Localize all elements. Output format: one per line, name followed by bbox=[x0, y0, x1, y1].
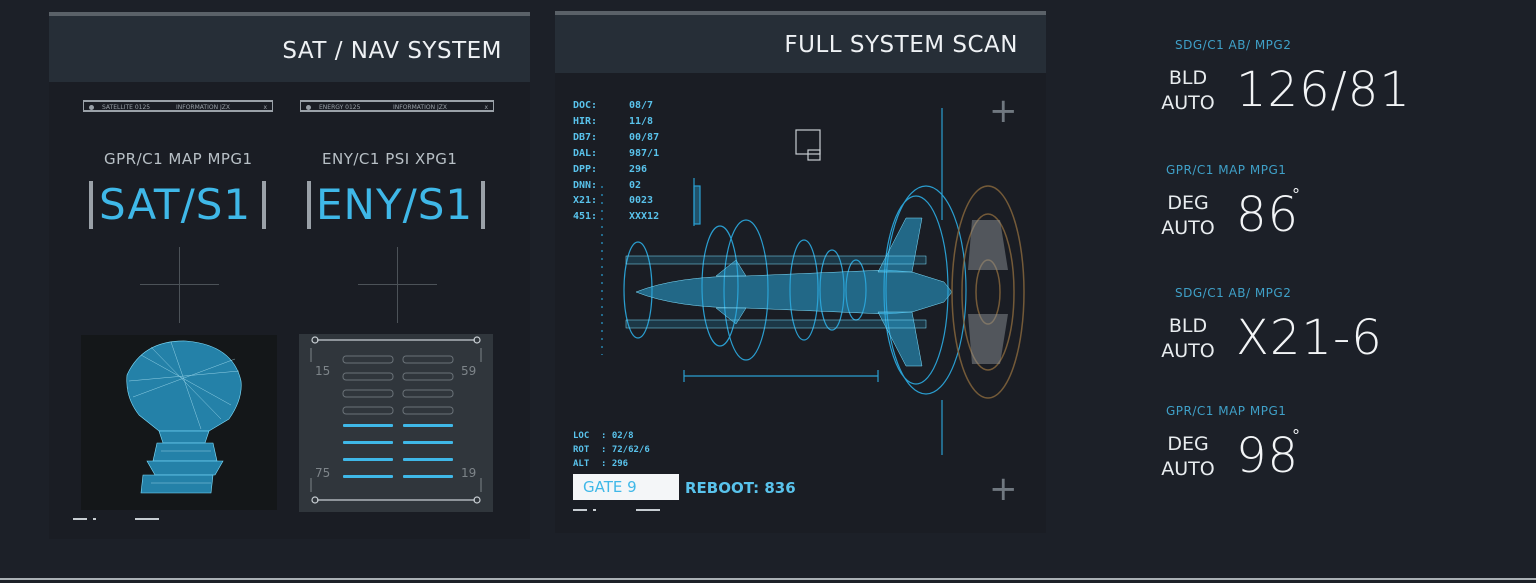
gauge-bar bbox=[343, 458, 393, 461]
readout-auto: AUTO bbox=[1161, 340, 1215, 362]
gauge-bar bbox=[403, 424, 453, 427]
rocket-schematic bbox=[596, 100, 1026, 455]
readout-value: 86 bbox=[1236, 187, 1300, 243]
crosshair-v bbox=[397, 247, 398, 323]
gauge-label-bottom-left: 75 bbox=[315, 466, 331, 480]
bracket-left bbox=[89, 181, 93, 229]
readout-subheading: SDG/C1 AB/ MPG2 bbox=[1175, 286, 1292, 300]
gauge-label-bottom-right: 19 bbox=[461, 466, 477, 480]
reboot-counter: REBOOT: 836 bbox=[685, 479, 796, 497]
bracket-right bbox=[262, 181, 266, 229]
loc-row: ALT : 296 bbox=[573, 457, 650, 471]
readout-value: X21-6 bbox=[1236, 310, 1383, 366]
gate-field[interactable]: GATE 9 bbox=[573, 474, 679, 500]
bottom-divider bbox=[0, 578, 1536, 580]
readout-auto: AUTO bbox=[1161, 92, 1215, 114]
settings-icon bbox=[89, 105, 94, 110]
gauge-label-top-right: 59 bbox=[461, 364, 477, 378]
energy-info-bar: ENERGY 0125 INFORMATION JZX x bbox=[300, 100, 494, 112]
energy-gauge: 15 75 59 19 bbox=[299, 334, 493, 512]
gauge-bar bbox=[402, 406, 454, 415]
loc-value: : 296 bbox=[601, 459, 629, 469]
footer-tick bbox=[573, 509, 587, 511]
readout-mode: DEG bbox=[1167, 192, 1209, 214]
readout-value: 126/81 bbox=[1236, 62, 1411, 118]
gauge-bar bbox=[342, 355, 394, 364]
crosshair-v bbox=[179, 247, 180, 323]
gauge-bar bbox=[342, 389, 394, 398]
readout-mode-label: DEG AUTO bbox=[1158, 432, 1218, 482]
gauge-bar bbox=[343, 424, 393, 427]
infobar-info: INFORMATION JZX bbox=[176, 104, 230, 111]
energy-gauge-graphic bbox=[310, 336, 482, 504]
gauge-label-top-left: 15 bbox=[315, 364, 331, 378]
gauge-bar bbox=[343, 441, 393, 444]
readout-mode: BLD bbox=[1168, 67, 1208, 89]
satellite-dish-icon bbox=[126, 340, 242, 494]
bracket-left bbox=[307, 181, 311, 229]
close-icon[interactable]: x bbox=[263, 102, 267, 114]
gauge-bar bbox=[402, 389, 454, 398]
plus-icon: + bbox=[989, 91, 1018, 131]
eny-subheading: ENY/C1 PSI XPG1 bbox=[322, 150, 458, 168]
footer-tick bbox=[135, 518, 159, 520]
readout-subheading: GPR/C1 MAP MPG1 bbox=[1166, 163, 1287, 177]
settings-icon bbox=[306, 105, 311, 110]
footer-tick bbox=[593, 509, 596, 511]
readout-mode-label: DEG AUTO bbox=[1158, 191, 1218, 241]
eny-code: ENY/S1 bbox=[316, 180, 474, 229]
gauge-bar bbox=[342, 372, 394, 381]
gauge-bar bbox=[402, 355, 454, 364]
footer-tick bbox=[93, 518, 96, 520]
gauge-bar bbox=[343, 475, 393, 478]
footer-tick bbox=[73, 518, 87, 520]
degree-symbol: ° bbox=[1292, 185, 1300, 204]
panel-header: SAT / NAV SYSTEM bbox=[49, 16, 530, 82]
readout-mode-label: BLD AUTO bbox=[1158, 66, 1218, 116]
infobar-info: INFORMATION JZX bbox=[393, 104, 447, 111]
bracket-right bbox=[481, 181, 485, 229]
loc-key: ALT bbox=[573, 459, 590, 469]
readout-subheading: GPR/C1 MAP MPG1 bbox=[1166, 404, 1287, 418]
readout-mode-label: BLD AUTO bbox=[1158, 314, 1218, 364]
sat-subheading: GPR/C1 MAP MPG1 bbox=[104, 150, 253, 168]
sat-code: SAT/S1 bbox=[99, 180, 252, 229]
readout-mode: DEG bbox=[1167, 433, 1209, 455]
readout-subheading: SDG/C1 AB/ MPG2 bbox=[1175, 38, 1292, 52]
rocket-hologram-icon bbox=[601, 108, 1025, 455]
footer-tick bbox=[636, 509, 660, 511]
infobar-label: SATELLITE 0125 bbox=[102, 104, 151, 111]
readout-auto: AUTO bbox=[1161, 217, 1215, 239]
readout-auto: AUTO bbox=[1161, 458, 1215, 480]
plus-icon: + bbox=[989, 469, 1018, 509]
gauge-bar bbox=[403, 475, 453, 478]
readout-value: 98 bbox=[1236, 428, 1300, 484]
readout-mode: BLD bbox=[1168, 315, 1208, 337]
infobar-label: ENERGY 0125 bbox=[319, 104, 361, 111]
gauge-bar bbox=[403, 458, 453, 461]
gauge-bar bbox=[403, 441, 453, 444]
satellite-info-bar: SATELLITE 0125 INFORMATION JZX x bbox=[83, 100, 273, 112]
panel-title: SAT / NAV SYSTEM bbox=[282, 38, 502, 64]
gauge-bar bbox=[342, 406, 394, 415]
gauge-bar bbox=[402, 372, 454, 381]
close-icon[interactable]: x bbox=[484, 102, 488, 114]
panel-title: FULL SYSTEM SCAN bbox=[784, 32, 1018, 58]
satellite-dish-hologram bbox=[81, 335, 277, 510]
panel-header: FULL SYSTEM SCAN bbox=[555, 15, 1046, 73]
degree-symbol: ° bbox=[1292, 426, 1300, 445]
